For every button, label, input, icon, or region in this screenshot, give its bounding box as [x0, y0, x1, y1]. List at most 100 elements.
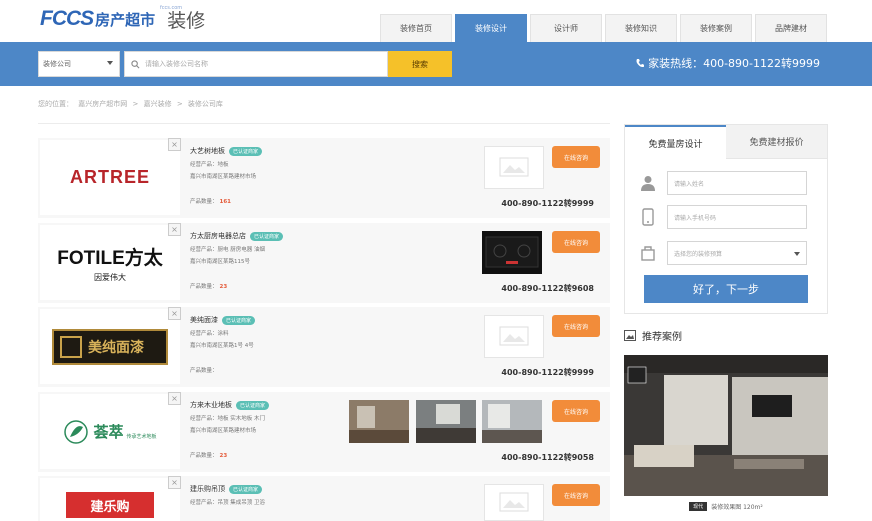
product-count-label: 产品数量：: [190, 453, 218, 459]
breadcrumb-item-decor[interactable]: 嘉兴装修: [144, 100, 172, 108]
consult-button[interactable]: 在线咨询: [552, 146, 600, 168]
case-image[interactable]: [624, 355, 828, 496]
meichun-logo: 美纯面漆: [52, 328, 168, 365]
company-address: 嘉兴市南湖区某路建材市场: [190, 174, 257, 180]
consult-button[interactable]: 在线咨询: [552, 315, 600, 337]
style-tag: 现代: [689, 502, 708, 511]
company-products: 经营产品：厨电 厨房电器 油烟: [190, 247, 265, 253]
company-row[interactable]: ARTREE × 大艺树地板 已认证商家 经营产品：地板 嘉兴市南湖区某路建材市场…: [38, 138, 610, 218]
picture-icon: [624, 330, 636, 341]
nav-tab-home[interactable]: 装修首页: [380, 14, 452, 42]
form-tabs: 免费量房设计 免费建材报价: [625, 125, 827, 159]
phone-placeholder: 请输入手机号码: [674, 214, 717, 222]
nav-tab-brands[interactable]: 品牌建材: [755, 14, 827, 42]
product-count: 产品数量： 161: [190, 197, 231, 205]
user-icon: [641, 176, 655, 191]
compare-checkbox[interactable]: ×: [168, 307, 181, 320]
image-placeholder: [484, 484, 544, 521]
case-caption-text[interactable]: 装修效果图 120m²: [711, 502, 763, 511]
company-row[interactable]: FOTILE方太 因爱伟大 × 方太厨房电器总店 已认证商家 经营产品：厨电 厨房…: [38, 223, 610, 303]
search-placeholder: 请输入装修公司名称: [145, 60, 208, 68]
breadcrumb-sep: >: [132, 100, 139, 108]
search-input[interactable]: 请输入装修公司名称: [124, 51, 388, 77]
nav-tab-designer[interactable]: 设计师: [530, 14, 602, 42]
fotile-slogan: 因爱伟大: [94, 272, 126, 282]
company-logo[interactable]: 美纯面漆: [40, 309, 180, 384]
jianlegou-logo: 建乐购: [66, 492, 154, 518]
consult-button[interactable]: 在线咨询: [552, 231, 600, 253]
living-room-photo: [624, 355, 828, 496]
budget-select[interactable]: 选择您的装修预算: [667, 241, 807, 265]
search-button[interactable]: 搜索: [388, 51, 452, 77]
tab-free-design[interactable]: 免费量房设计: [625, 125, 726, 159]
search-icon: [131, 59, 140, 68]
image-placeholder-icon: [499, 492, 529, 511]
company-logo[interactable]: 荟萃 传承艺术地板: [40, 394, 180, 469]
nav-tab-design[interactable]: 装修设计: [455, 14, 527, 42]
leaf-logo-icon: [64, 419, 89, 444]
company-row[interactable]: 建乐购 × 建乐购吊顶 已认证商家 经营产品：吊顶 集成吊顶 卫浴 在线咨询: [38, 476, 610, 521]
company-info: 建乐购吊顶 已认证商家 经营产品：吊顶 集成吊顶 卫浴: [190, 484, 380, 506]
image-placeholder: [484, 146, 544, 189]
breadcrumb-item-site[interactable]: 嘉兴房产超市网: [78, 100, 127, 108]
company-logo[interactable]: FOTILE方太 因爱伟大: [40, 225, 180, 300]
compare-checkbox[interactable]: ×: [168, 223, 181, 236]
product-thumbnail[interactable]: [349, 400, 409, 443]
company-phone: 400-890-1122转9058: [501, 453, 594, 462]
mobile-icon: [642, 208, 654, 226]
next-step-button[interactable]: 好了，下一步: [644, 275, 808, 303]
product-thumbnail[interactable]: [482, 400, 542, 443]
hotline-text: 家装热线：400-890-1122转9999: [648, 57, 820, 70]
image-placeholder: [484, 315, 544, 358]
compare-checkbox[interactable]: ×: [168, 138, 181, 151]
company-phone: 400-890-1122转9999: [501, 368, 594, 377]
budget-icon: [641, 246, 655, 261]
compare-checkbox[interactable]: ×: [168, 476, 181, 489]
breadcrumb-prefix: 您的位置：: [38, 100, 73, 108]
consult-button[interactable]: 在线咨询: [552, 484, 600, 506]
phone-icon: [636, 59, 645, 67]
search-type-value: 装修公司: [43, 60, 71, 68]
product-count: 产品数量： 23: [190, 451, 227, 459]
budget-placeholder: 选择您的装修预算: [674, 250, 723, 258]
product-count-value: 161: [219, 199, 231, 205]
company-name[interactable]: 方太厨房电器总店: [190, 231, 246, 241]
nav-tab-knowledge[interactable]: 装修知识: [605, 14, 677, 42]
company-address: 嘉兴市南湖区某路1号 4号: [190, 343, 254, 349]
company-info: 大艺树地板 已认证商家 经营产品：地板 嘉兴市南湖区某路建材市场: [190, 146, 380, 180]
company-row[interactable]: 荟萃 传承艺术地板 × 方来木业地板 已认证商家 经营产品：地板 实木地板 木门 …: [38, 392, 610, 472]
company-logo[interactable]: ARTREE: [40, 140, 180, 215]
company-products: 经营产品：吊顶 集成吊顶 卫浴: [190, 500, 265, 506]
logo-cn-name: 房产超市: [95, 10, 156, 29]
meichun-text: 美纯面漆: [88, 339, 144, 356]
breadcrumb: 您的位置： 嘉兴房产超市网 > 嘉兴装修 > 装修公司库: [38, 99, 226, 109]
verified-badge: 已认证商家: [222, 315, 256, 325]
product-thumbnail[interactable]: [482, 231, 542, 274]
list-divider: [38, 123, 610, 131]
cooktop-image: [485, 236, 539, 268]
nav-tab-cases[interactable]: 装修案例: [680, 14, 752, 42]
chevron-down-icon: [107, 61, 113, 65]
breadcrumb-sep: >: [176, 100, 183, 108]
company-name[interactable]: 美纯面漆: [190, 315, 218, 325]
room-photo: [416, 400, 476, 443]
company-row[interactable]: 美纯面漆 × 美纯面漆 已认证商家 经营产品：涂料 嘉兴市南湖区某路1号 4号 产…: [38, 307, 610, 387]
name-field[interactable]: 请输入姓名: [667, 171, 807, 195]
cases-title-text: 推荐案例: [642, 332, 682, 343]
search-type-select[interactable]: 装修公司: [38, 51, 120, 77]
company-name[interactable]: 大艺树地板: [190, 146, 225, 156]
company-name[interactable]: 建乐购吊顶: [190, 484, 225, 494]
product-thumbnail[interactable]: [416, 400, 476, 443]
company-info: 方太厨房电器总店 已认证商家 经营产品：厨电 厨房电器 油烟 嘉兴市南湖区某路11…: [190, 231, 380, 265]
company-logo[interactable]: 建乐购: [40, 478, 180, 521]
phone-field[interactable]: 请输入手机号码: [667, 205, 807, 229]
verified-badge: 已认证商家: [250, 231, 284, 241]
consult-button[interactable]: 在线咨询: [552, 400, 600, 422]
tab-free-quote[interactable]: 免费建材报价: [726, 125, 827, 159]
compare-checkbox[interactable]: ×: [168, 392, 181, 405]
site-logo[interactable]: FCCS 房产超市 fccs.com 装修: [40, 5, 205, 33]
logo-domain: fccs.com: [160, 5, 183, 11]
huicui-logo-text: 荟萃: [93, 423, 124, 441]
phone-row: 请输入手机号码: [641, 205, 807, 229]
company-name[interactable]: 方来木业地板: [190, 400, 232, 410]
